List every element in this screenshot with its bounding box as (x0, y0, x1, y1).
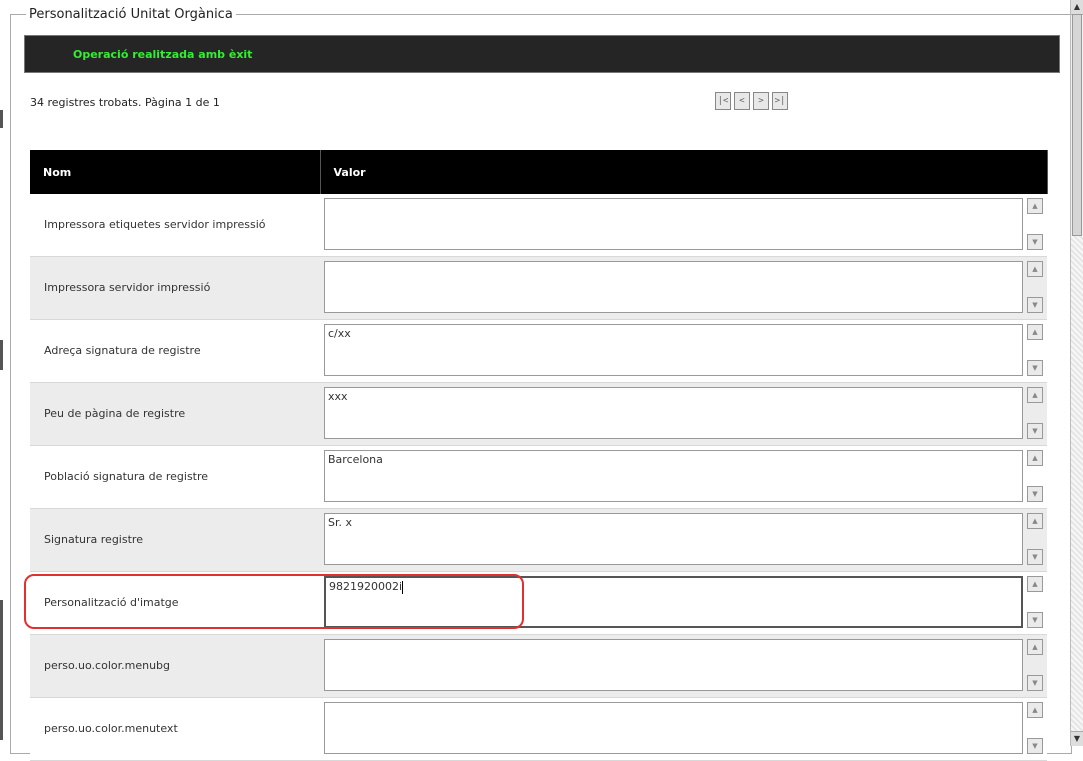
row-name: perso.uo.color.menutext (30, 697, 320, 761)
textarea-scrollbar[interactable]: ▲ ▼ (1027, 324, 1043, 376)
column-header-name[interactable]: Nom (30, 150, 321, 194)
table-row: Adreça signatura de registre c/xx ▲ ▼ (30, 319, 1047, 383)
table-header-row: Nom Valor (30, 150, 1048, 194)
active-value-text: 9821920002i (329, 580, 403, 593)
row-name: Població signatura de registre (30, 445, 320, 509)
row-value-cell: ▲ ▼ (320, 697, 1047, 761)
up-arrow-icon[interactable]: ▲ (1071, 0, 1083, 15)
down-arrow-icon[interactable]: ▼ (1027, 423, 1043, 439)
last-page-button[interactable]: >| (772, 92, 788, 110)
row-value-cell: ▲ ▼ (320, 256, 1047, 320)
scrollbar-track[interactable] (1071, 236, 1083, 732)
up-arrow-icon[interactable]: ▲ (1027, 198, 1043, 214)
value-textarea[interactable] (324, 198, 1023, 250)
up-arrow-icon[interactable]: ▲ (1027, 702, 1043, 718)
edge-mark (0, 110, 3, 128)
row-name: Impressora servidor impressió (30, 256, 320, 320)
value-textarea-active[interactable]: 9821920002i (324, 576, 1023, 628)
textarea-scrollbar[interactable]: ▲ ▼ (1027, 702, 1043, 754)
table-row: Impressora etiquetes servidor impressió … (30, 194, 1047, 257)
up-arrow-icon[interactable]: ▲ (1027, 450, 1043, 466)
table-row: Signatura registre Sr. x ▲ ▼ (30, 508, 1047, 572)
column-header-value[interactable]: Valor (320, 150, 1048, 194)
row-name: Personalització d'imatge (30, 571, 320, 635)
row-name: perso.uo.color.menubg (30, 634, 320, 698)
first-page-button[interactable]: |< (715, 92, 731, 110)
next-page-button[interactable]: > (753, 92, 769, 110)
table-row: Impressora servidor impressió ▲ ▼ (30, 256, 1047, 320)
success-banner: Operació realitzada amb èxit (24, 35, 1060, 73)
text-caret (402, 580, 404, 594)
textarea-scrollbar[interactable]: ▲ ▼ (1027, 261, 1043, 313)
down-arrow-icon[interactable]: ▼ (1027, 738, 1043, 754)
value-textarea[interactable]: xxx (324, 387, 1023, 439)
table-row: Peu de pàgina de registre xxx ▲ ▼ (30, 382, 1047, 446)
down-arrow-icon[interactable]: ▼ (1027, 297, 1043, 313)
textarea-scrollbar[interactable]: ▲ ▼ (1027, 639, 1043, 691)
textarea-scrollbar[interactable]: ▲ ▼ (1027, 450, 1043, 502)
row-value-cell: xxx ▲ ▼ (320, 382, 1047, 446)
down-arrow-icon[interactable]: ▼ (1027, 486, 1043, 502)
up-arrow-icon[interactable]: ▲ (1027, 576, 1043, 592)
down-arrow-icon[interactable]: ▼ (1071, 731, 1083, 746)
value-textarea[interactable] (324, 702, 1023, 754)
table-row: perso.uo.color.menubg ▲ ▼ (30, 634, 1047, 698)
edge-mark (0, 340, 3, 370)
down-arrow-icon[interactable]: ▼ (1027, 360, 1043, 376)
up-arrow-icon[interactable]: ▲ (1027, 387, 1043, 403)
row-name: Peu de pàgina de registre (30, 382, 320, 446)
up-arrow-icon[interactable]: ▲ (1027, 261, 1043, 277)
prev-page-button[interactable]: < (734, 92, 750, 110)
edge-mark (0, 600, 3, 740)
row-name: Impressora etiquetes servidor impressió (30, 194, 320, 257)
success-message: Operació realitzada amb èxit (73, 48, 253, 61)
table-row: Població signatura de registre Barcelona… (30, 445, 1047, 509)
row-value-cell: Sr. x ▲ ▼ (320, 508, 1047, 572)
down-arrow-icon[interactable]: ▼ (1027, 549, 1043, 565)
up-arrow-icon[interactable]: ▲ (1027, 324, 1043, 340)
table-row: perso.uo.color.menutext ▲ ▼ (30, 697, 1047, 761)
page-scrollbar[interactable]: ▲ ▼ (1070, 0, 1083, 746)
row-value-cell: c/xx ▲ ▼ (320, 319, 1047, 383)
records-summary: 34 registres trobats. Pàgina 1 de 1 (30, 96, 220, 109)
textarea-scrollbar[interactable]: ▲ ▼ (1027, 513, 1043, 565)
row-value-cell: ▲ ▼ (320, 194, 1047, 257)
up-arrow-icon[interactable]: ▲ (1027, 513, 1043, 529)
value-textarea[interactable]: Barcelona (324, 450, 1023, 502)
parameters-table: Nom Valor Impressora etiquetes servidor … (30, 150, 1048, 761)
down-arrow-icon[interactable]: ▼ (1027, 234, 1043, 250)
textarea-scrollbar[interactable]: ▲ ▼ (1027, 387, 1043, 439)
row-value-cell: Barcelona ▲ ▼ (320, 445, 1047, 509)
value-textarea[interactable]: Sr. x (324, 513, 1023, 565)
pager-controls: |< < > >| (715, 92, 788, 110)
value-textarea[interactable] (324, 261, 1023, 313)
fieldset-legend: Personalització Unitat Orgànica (26, 7, 236, 23)
table-row: Personalització d'imatge 9821920002i ▲ ▼ (30, 571, 1047, 635)
row-name: Adreça signatura de registre (30, 319, 320, 383)
row-value-cell: 9821920002i ▲ ▼ (320, 571, 1047, 635)
row-name: Signatura registre (30, 508, 320, 572)
up-arrow-icon[interactable]: ▲ (1027, 639, 1043, 655)
scrollbar-thumb[interactable] (1072, 14, 1082, 236)
value-textarea[interactable]: c/xx (324, 324, 1023, 376)
textarea-scrollbar[interactable]: ▲ ▼ (1027, 198, 1043, 250)
down-arrow-icon[interactable]: ▼ (1027, 612, 1043, 628)
textarea-scrollbar[interactable]: ▲ ▼ (1027, 576, 1043, 628)
down-arrow-icon[interactable]: ▼ (1027, 675, 1043, 691)
row-value-cell: ▲ ▼ (320, 634, 1047, 698)
value-textarea[interactable] (324, 639, 1023, 691)
